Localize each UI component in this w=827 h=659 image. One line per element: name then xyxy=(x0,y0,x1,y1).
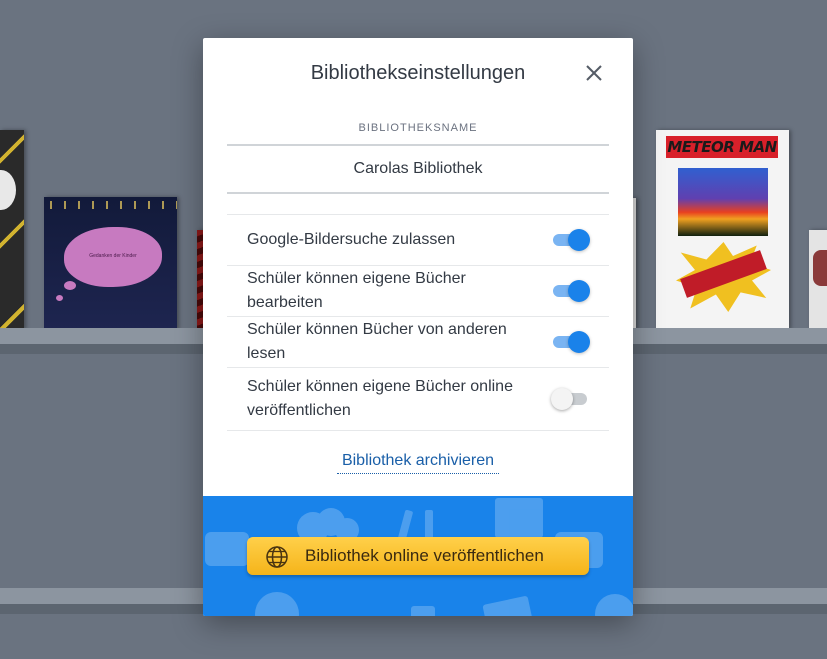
read-others-books-toggle[interactable] xyxy=(553,331,590,353)
archive-library-link[interactable]: Bibliothek archivieren xyxy=(337,452,499,474)
close-button[interactable] xyxy=(583,62,605,84)
lightning-pattern xyxy=(0,130,24,330)
stars-pattern xyxy=(44,201,177,209)
close-icon xyxy=(586,65,602,81)
publish-library-button[interactable]: Bibliothek online veröffentlichen xyxy=(247,537,589,575)
publish-own-books-toggle[interactable] xyxy=(551,388,589,410)
setting-label: Schüler können eigene Bücher bearbeiten xyxy=(247,270,466,311)
library-name-field[interactable]: Carolas Bibliothek xyxy=(227,144,609,194)
book-caption: Gedanken der Kinder xyxy=(89,253,137,259)
settings-list: Google-Bildersuche zulassen Schüler könn… xyxy=(227,214,609,431)
publish-banner: Bibliothek online veröffentlichen xyxy=(203,496,633,616)
thought-bubble-dot xyxy=(56,295,63,301)
setting-label: Schüler können Bücher von anderen lesen xyxy=(247,321,507,362)
publish-library-label: Bibliothek online veröffentlichen xyxy=(305,546,544,565)
book-cover[interactable] xyxy=(0,130,24,330)
dialog-title: Bibliothekseinstellungen xyxy=(310,62,526,84)
book-illustration xyxy=(678,168,768,236)
toggle-knob xyxy=(568,280,590,302)
edit-own-books-toggle[interactable] xyxy=(553,280,590,302)
book-cover[interactable] xyxy=(809,230,827,330)
toggle-knob xyxy=(568,331,590,353)
book-title: METEOR MAN xyxy=(666,136,778,158)
toggle-knob xyxy=(551,388,573,410)
library-settings-dialog: Bibliothekseinstellungen BIBLIOTHEKSNAME… xyxy=(203,38,633,616)
globe-icon xyxy=(266,546,288,568)
book-illustration xyxy=(813,250,827,286)
google-image-search-toggle[interactable] xyxy=(553,229,590,251)
setting-read-others-books[interactable]: Schüler können Bücher von anderen lesen xyxy=(227,316,609,367)
book-cover[interactable]: Gedanken der Kinder xyxy=(44,197,177,330)
thought-bubble-dot xyxy=(64,281,76,290)
setting-label: Schüler können eigene Bücher online verö… xyxy=(247,378,513,419)
toggle-knob xyxy=(568,229,590,251)
setting-edit-own-books[interactable]: Schüler können eigene Bücher bearbeiten xyxy=(227,265,609,316)
setting-publish-own-books[interactable]: Schüler können eigene Bücher online verö… xyxy=(227,367,609,431)
book-cover[interactable]: METEOR MAN xyxy=(656,130,789,330)
setting-label: Google-Bildersuche zulassen xyxy=(247,231,456,248)
library-name-label: BIBLIOTHEKSNAME xyxy=(358,122,478,134)
setting-google-image-search[interactable]: Google-Bildersuche zulassen xyxy=(227,214,609,265)
